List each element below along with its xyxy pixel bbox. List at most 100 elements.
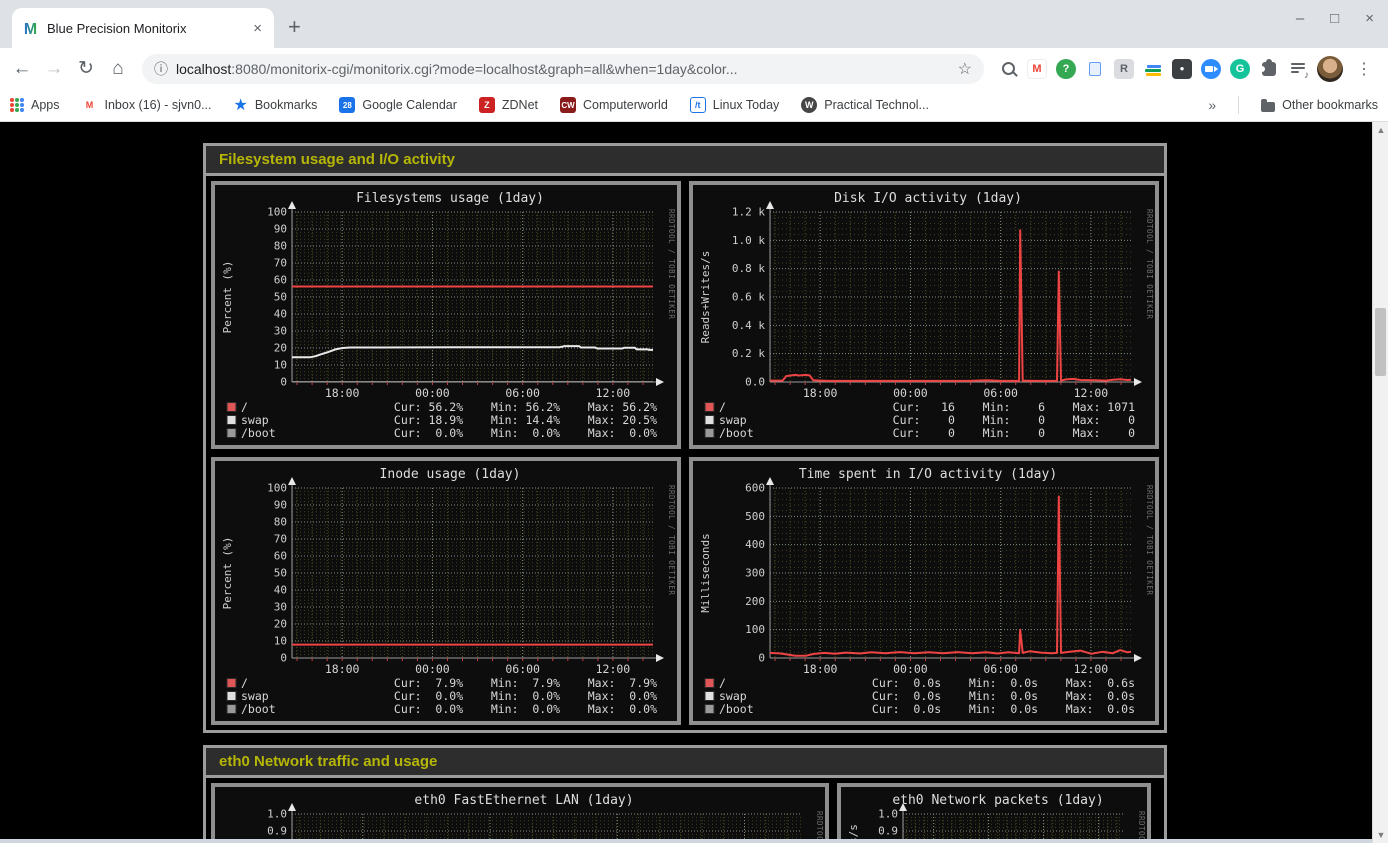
search-extension-icon[interactable] bbox=[998, 59, 1018, 79]
eth0-packets-graph[interactable]: 1.00.90.80.70.60.50.40.30.20.10.018:0000… bbox=[841, 787, 1147, 843]
svg-text:20: 20 bbox=[274, 618, 287, 631]
bookmark-computerworld[interactable]: CW Computerworld bbox=[560, 97, 668, 113]
section-title-eth0: eth0 Network traffic and usage bbox=[206, 748, 1164, 778]
tab-title: Blue Precision Monitorix bbox=[47, 21, 243, 36]
puzzle-piece-icon bbox=[1262, 62, 1276, 76]
monitorix-favicon: M bbox=[22, 20, 39, 37]
tab-close-icon[interactable]: × bbox=[251, 20, 264, 37]
bookmark-bookmarks[interactable]: ★ Bookmarks bbox=[234, 95, 318, 115]
address-bar[interactable]: ⓘ localhost:8080/monitorix-cgi/monitorix… bbox=[142, 54, 984, 84]
books-extension-icon[interactable] bbox=[1143, 59, 1163, 79]
svg-text:swap: swap bbox=[241, 689, 269, 703]
svg-text:40: 40 bbox=[274, 584, 287, 597]
reload-icon[interactable]: ↻ bbox=[72, 57, 100, 80]
svg-text:06:00: 06:00 bbox=[505, 386, 540, 400]
calendar-icon: 28 bbox=[339, 97, 355, 113]
scrollbar-down-arrow[interactable]: ▼ bbox=[1373, 827, 1388, 843]
url-text[interactable]: localhost:8080/monitorix-cgi/monitorix.c… bbox=[176, 61, 950, 77]
bookmark-zdnet[interactable]: Z ZDNet bbox=[479, 97, 538, 113]
svg-text:500: 500 bbox=[745, 510, 765, 523]
svg-text:/boot: /boot bbox=[719, 426, 754, 440]
vertical-scrollbar[interactable]: ▲ ▼ bbox=[1372, 122, 1388, 843]
book-stack-icon bbox=[1145, 62, 1161, 76]
bookmark-practical-technology[interactable]: W Practical Technol... bbox=[801, 97, 929, 113]
grammarly-extension-icon[interactable]: G bbox=[1230, 59, 1250, 79]
media-controls-button[interactable] bbox=[1288, 59, 1308, 79]
bookmark-linux-today[interactable]: /t Linux Today bbox=[690, 97, 780, 113]
svg-text:Cur: 56.2% Min: 56.2% Ma: Cur: 56.2% Min: 56.2% Max: 56.2% bbox=[394, 400, 657, 414]
svg-text:00:00: 00:00 bbox=[415, 386, 450, 400]
home-icon[interactable]: ⌂ bbox=[104, 58, 132, 80]
extensions-puzzle-button[interactable] bbox=[1259, 59, 1279, 79]
graph-panel-inode-usage[interactable]: 100908070605040302010018:0000:0006:0012:… bbox=[211, 457, 681, 725]
svg-text:Cur: 7.9% Min: 7.9% Ma: Cur: 7.9% Min: 7.9% Max: 7.9% bbox=[394, 676, 657, 690]
svg-text:06:00: 06:00 bbox=[505, 662, 540, 676]
graph-panel-filesystems-usage[interactable]: 100908070605040302010018:0000:0006:0012:… bbox=[211, 181, 681, 449]
browser-tab[interactable]: M Blue Precision Monitorix × bbox=[12, 8, 274, 48]
other-bookmarks-button[interactable]: Other bookmarks bbox=[1261, 98, 1378, 112]
scrollbar-thumb[interactable] bbox=[1375, 308, 1386, 376]
profile-avatar[interactable] bbox=[1317, 56, 1343, 82]
time-spent-io-graph[interactable]: 600500400300200100018:0000:0006:0012:00T… bbox=[693, 461, 1155, 721]
svg-text:0.0: 0.0 bbox=[745, 376, 765, 389]
svg-text:Disk I/O activity (1day): Disk I/O activity (1day) bbox=[834, 191, 1022, 206]
wordpress-icon: W bbox=[801, 97, 817, 113]
bookmark-inbox[interactable]: M Inbox (16) - sjvn0... bbox=[82, 97, 212, 113]
graph-panel-eth0-packets[interactable]: 1.00.90.80.70.60.50.40.30.20.10.018:0000… bbox=[837, 783, 1151, 843]
zoom-extension-icon[interactable] bbox=[1201, 59, 1221, 79]
svg-text:50: 50 bbox=[274, 567, 287, 580]
filesystems-usage-graph[interactable]: 100908070605040302010018:0000:0006:0012:… bbox=[215, 185, 677, 445]
bookmarks-bar: Apps M Inbox (16) - sjvn0... ★ Bookmarks… bbox=[0, 89, 1388, 122]
svg-text:70: 70 bbox=[274, 257, 287, 270]
disk-io-graph[interactable]: 1.2 k1.0 k0.8 k0.6 k0.4 k0.2 k0.018:0000… bbox=[693, 185, 1155, 445]
svg-text:Cur: 0.0s Min: 0.0s Ma: Cur: 0.0s Min: 0.0s Max: 0.6s bbox=[872, 676, 1135, 690]
r-extension-icon[interactable]: R bbox=[1114, 59, 1134, 79]
svg-text:0.2 k: 0.2 k bbox=[732, 347, 765, 360]
svg-text:40: 40 bbox=[274, 308, 287, 321]
window-minimize-button[interactable]: – bbox=[1296, 10, 1304, 27]
bookmarks-divider bbox=[1238, 96, 1239, 114]
svg-text:/: / bbox=[719, 676, 726, 690]
svg-text:/boot: /boot bbox=[241, 702, 276, 716]
svg-text:Cur: 0 Min: 0 Max:: Cur: 0 Min: 0 Max: 0 bbox=[893, 413, 1135, 427]
svg-text:90: 90 bbox=[274, 223, 287, 236]
inode-usage-graph[interactable]: 100908070605040302010018:0000:0006:0012:… bbox=[215, 461, 677, 721]
svg-text:swap: swap bbox=[241, 413, 269, 427]
bookmark-apps[interactable]: Apps bbox=[10, 98, 60, 112]
graph-panel-eth0-lan[interactable]: 1.00.90.80.70.60.50.40.30.20.10.018:0000… bbox=[211, 783, 829, 843]
scrollbar-up-arrow[interactable]: ▲ bbox=[1373, 122, 1388, 138]
svg-text:600: 600 bbox=[745, 482, 765, 495]
svg-text:60: 60 bbox=[274, 274, 287, 287]
page-info-icon[interactable]: ⓘ bbox=[154, 59, 168, 79]
svg-text:50: 50 bbox=[274, 291, 287, 304]
bookmarks-overflow-icon[interactable]: » bbox=[1208, 97, 1216, 113]
svg-text:00:00: 00:00 bbox=[415, 662, 450, 676]
svg-text:12:00: 12:00 bbox=[1074, 386, 1109, 400]
window-maximize-button[interactable]: □ bbox=[1330, 10, 1339, 27]
svg-text:0.6 k: 0.6 k bbox=[732, 291, 765, 304]
svg-text:Filesystems usage (1day): Filesystems usage (1day) bbox=[356, 191, 544, 206]
chat-extension-icon[interactable]: ? bbox=[1056, 59, 1076, 79]
svg-text:eth0 Network packets (1day): eth0 Network packets (1day) bbox=[892, 793, 1103, 808]
back-icon[interactable]: ← bbox=[8, 58, 36, 80]
copy-extension-icon[interactable] bbox=[1085, 59, 1105, 79]
graph-panel-disk-io[interactable]: 1.2 k1.0 k0.8 k0.6 k0.4 k0.2 k0.018:0000… bbox=[689, 181, 1159, 449]
svg-text:Percent (%): Percent (%) bbox=[221, 261, 234, 334]
new-tab-button[interactable]: + bbox=[288, 14, 301, 40]
magnifier-icon bbox=[1002, 62, 1015, 75]
gmail-extension-icon[interactable]: M bbox=[1027, 59, 1047, 79]
svg-text:90: 90 bbox=[274, 499, 287, 512]
window-close-button[interactable]: × bbox=[1365, 10, 1374, 27]
section-filesystem: Filesystem usage and I/O activity 100908… bbox=[203, 143, 1167, 733]
browser-menu-icon[interactable]: ⋮ bbox=[1352, 59, 1376, 79]
eth0-lan-graph[interactable]: 1.00.90.80.70.60.50.40.30.20.10.018:0000… bbox=[215, 787, 825, 843]
bookmark-google-calendar[interactable]: 28 Google Calendar bbox=[339, 97, 457, 113]
svg-text:Cur: 0.0% Min: 0.0% Ma: Cur: 0.0% Min: 0.0% Max: 0.0% bbox=[394, 702, 657, 716]
playlist-icon bbox=[1291, 63, 1305, 75]
browser-chrome: M Blue Precision Monitorix × + – □ × ← →… bbox=[0, 0, 1388, 122]
svg-text:00:00: 00:00 bbox=[893, 662, 928, 676]
monitor-extension-icon[interactable]: ● bbox=[1172, 59, 1192, 79]
bookmark-star-icon[interactable]: ☆ bbox=[958, 59, 972, 79]
svg-text:1.0 k: 1.0 k bbox=[732, 234, 765, 247]
graph-panel-time-spent-io[interactable]: 600500400300200100018:0000:0006:0012:00T… bbox=[689, 457, 1159, 725]
